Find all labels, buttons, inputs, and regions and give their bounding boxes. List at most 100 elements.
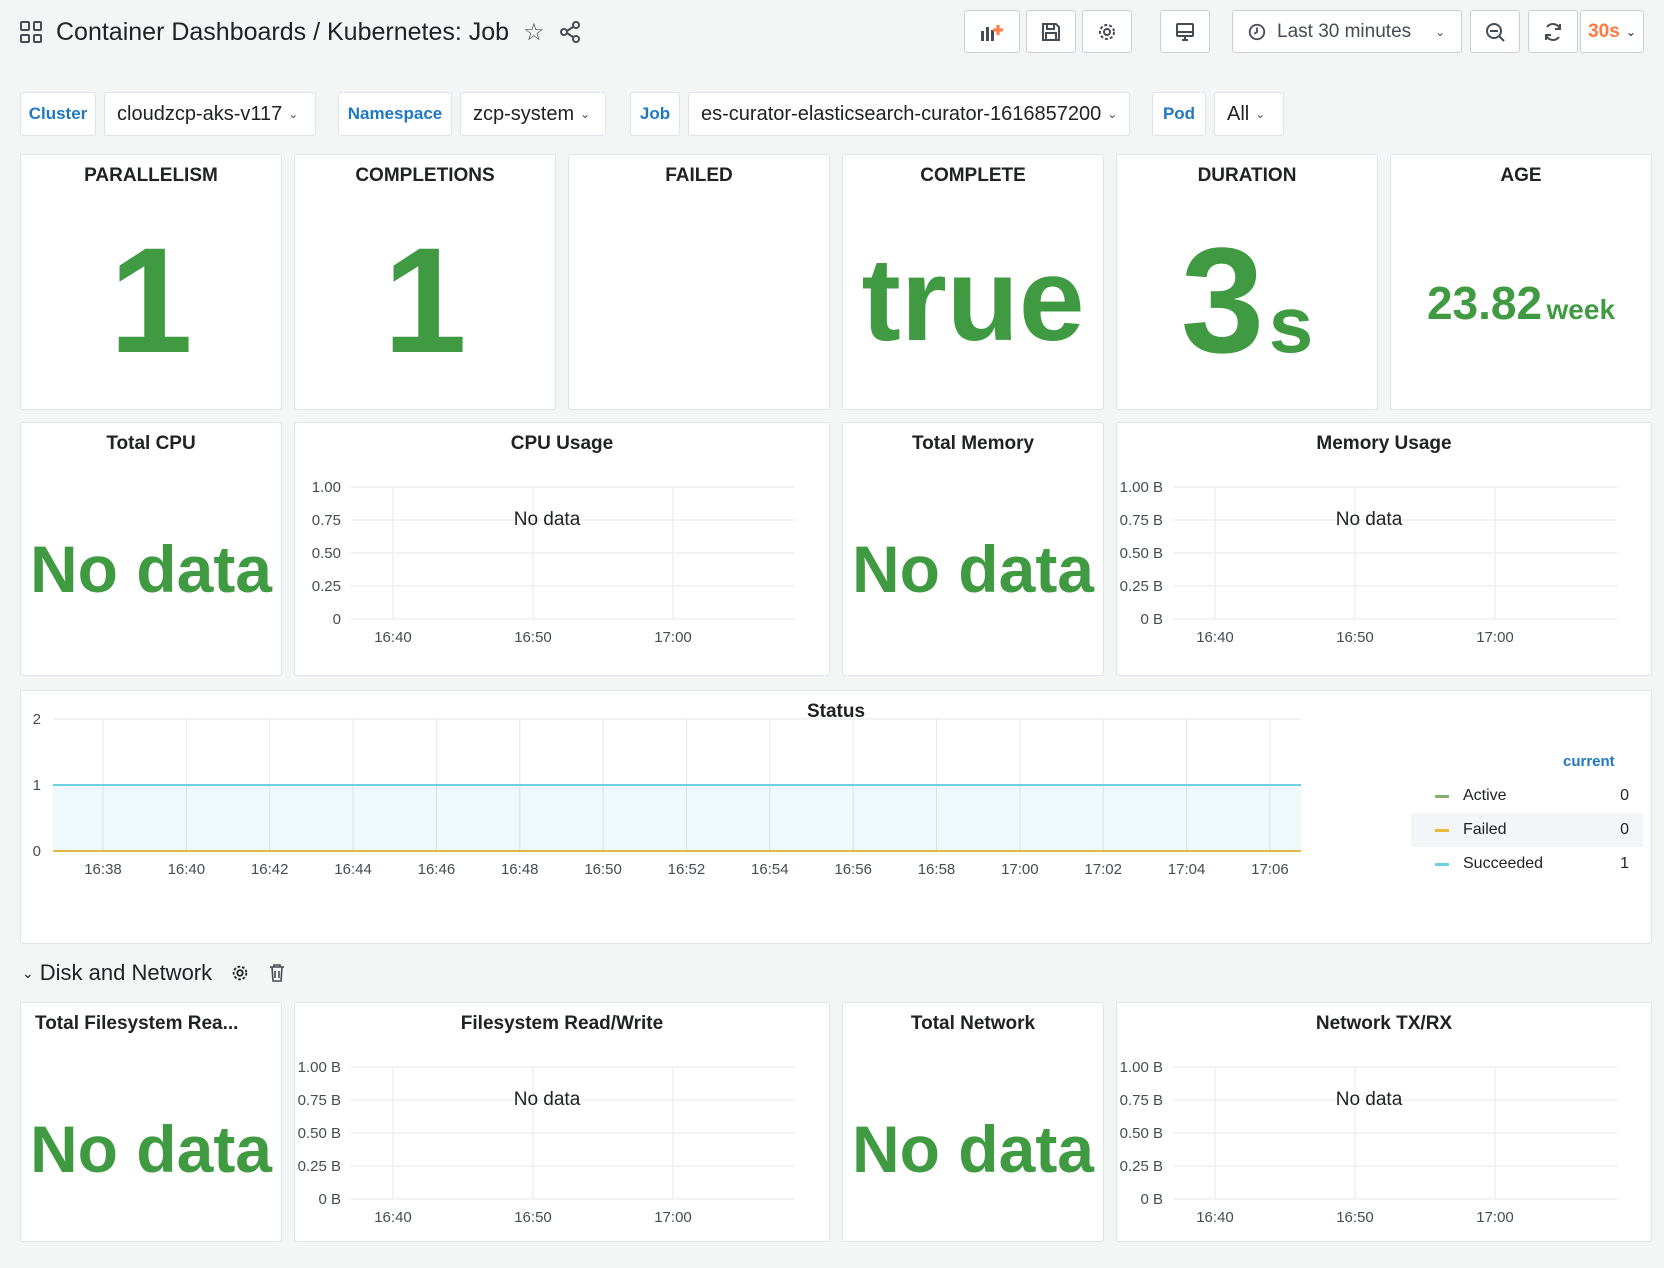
row-disk-and-network[interactable]: ⌄ Disk and Network xyxy=(22,960,286,986)
trash-icon[interactable] xyxy=(268,963,286,983)
stat-unit: week xyxy=(1546,294,1616,325)
chevron-down-icon: ⌄ xyxy=(288,107,299,121)
gear-icon[interactable] xyxy=(230,963,250,983)
stat-value: 1 xyxy=(109,216,193,384)
x-tick-label: 16:50 xyxy=(1336,1209,1374,1226)
y-tick-label: 0.50 B xyxy=(1120,1125,1163,1142)
stat-value-wrap: 23.82 week xyxy=(1391,273,1651,345)
panel-title: AGE xyxy=(1500,165,1542,186)
y-tick-label: 0.75 B xyxy=(1120,1092,1163,1109)
legend-item-succeeded[interactable]: Succeeded 1 xyxy=(1411,847,1643,881)
stat-value-wrap: 3 s xyxy=(1117,215,1377,409)
refresh-icon xyxy=(1545,22,1561,41)
stat-no-data: No data xyxy=(29,1112,273,1186)
x-tick-label: 17:06 xyxy=(1251,861,1289,878)
legend-item-active[interactable]: Active 0 xyxy=(1411,779,1643,813)
chevron-down-icon: ⌄ xyxy=(1255,107,1266,121)
legend-current: 1 xyxy=(1620,855,1629,872)
share-icon[interactable] xyxy=(559,21,581,43)
panel-parallelism[interactable]: PARALLELISM 1 xyxy=(20,154,282,410)
variable-select-pod[interactable]: All ⌄ xyxy=(1214,92,1284,136)
refresh-button[interactable] xyxy=(1528,10,1578,53)
y-tick-label: 0.50 B xyxy=(298,1125,341,1142)
x-tick-label: 16:58 xyxy=(918,861,956,878)
y-tick-label: 0.25 B xyxy=(1120,578,1163,595)
add-panel-button[interactable] xyxy=(964,10,1020,53)
filesystem-rw-graph: 1.00 B 0.75 B 0.50 B 0.25 B 0 B 16:40 16:50 17:… xyxy=(298,1059,795,1226)
cycle-view-mode-button[interactable] xyxy=(1160,10,1210,53)
legend-header[interactable]: current xyxy=(1563,753,1615,770)
chevron-down-icon[interactable]: ⌄ xyxy=(22,965,34,982)
panel-total-memory[interactable]: Total Memory No data xyxy=(842,422,1104,676)
gear-icon xyxy=(1099,23,1115,40)
refresh-interval-picker[interactable]: 30s ⌄ xyxy=(1580,10,1644,53)
chevron-down-icon: ⌄ xyxy=(1435,24,1446,39)
chevron-down-icon: ⌄ xyxy=(1107,107,1118,121)
no-data-label: No data xyxy=(1336,1089,1403,1110)
y-tick-label: 0 B xyxy=(318,1191,341,1208)
no-data-label: No data xyxy=(1336,509,1403,530)
panel-title: COMPLETE xyxy=(920,165,1026,186)
row-title[interactable]: Disk and Network xyxy=(40,960,212,986)
panel-filesystem-rw[interactable]: Filesystem Read/Write 1.00 B 0.75 B 0.50 B… xyxy=(294,1002,830,1242)
zoom-out-button[interactable] xyxy=(1470,10,1520,53)
y-tick-label: 1.00 B xyxy=(298,1059,341,1076)
panel-complete[interactable]: COMPLETE true xyxy=(842,154,1104,410)
y-tick-label: 0.75 B xyxy=(298,1092,341,1109)
x-tick-label: 16:52 xyxy=(668,861,706,878)
save-dashboard-button[interactable] xyxy=(1026,10,1076,53)
variable-select-namespace[interactable]: zcp-system ⌄ xyxy=(460,92,606,136)
panel-age[interactable]: AGE 23.82 week xyxy=(1390,154,1652,410)
legend-swatch xyxy=(1435,862,1449,866)
legend-name: Active xyxy=(1463,787,1507,804)
panel-memory-usage[interactable]: Memory Usage 1.00 B 0.75 B 0.50 B 0.25 B0 B… xyxy=(1116,422,1652,676)
dashboard-settings-button[interactable] xyxy=(1082,10,1132,53)
panel-failed[interactable]: FAILED xyxy=(568,154,830,410)
status-graph: 0 1 2 16:38 16:40 16:42 16:44 16:46 16:48 16:50 16… xyxy=(33,711,1301,878)
panel-status[interactable]: Status 0 1 2 16:38 16:40 16:42 16:44 16:46 16:48… xyxy=(20,690,1652,944)
panel-completions[interactable]: COMPLETIONS 1 xyxy=(294,154,556,410)
time-range-label: Last 30 minutes xyxy=(1277,20,1412,42)
variable-value: es-curator-elasticsearch-curator-1616857… xyxy=(701,102,1102,125)
cpu-usage-graph: 1.00 0.75 0.50 0.25 0 16:40 16:50 17:00 No data xyxy=(312,479,795,646)
chevron-down-icon: ⌄ xyxy=(1625,24,1636,39)
panel-network-txrx[interactable]: Network TX/RX 1.00 B 0.75 B 0.50 B 0.25 B0 … xyxy=(1116,1002,1652,1242)
panel-title: Total Filesystem Rea... xyxy=(35,1013,239,1034)
variable-select-job[interactable]: es-curator-elasticsearch-curator-1616857… xyxy=(688,92,1130,136)
chevron-down-icon: ⌄ xyxy=(580,107,591,121)
y-tick-label: 1 xyxy=(33,777,41,794)
variable-label-pod: Pod xyxy=(1152,92,1206,136)
panel-total-filesystem[interactable]: Total Filesystem Rea... No data xyxy=(20,1002,282,1242)
legend-item-failed[interactable]: Failed 0 xyxy=(1411,813,1643,847)
time-range-picker[interactable]: Last 30 minutes ⌄ xyxy=(1232,10,1462,53)
stat-value: 23.82 xyxy=(1426,277,1543,329)
y-tick-label: 0.75 B xyxy=(1120,512,1163,529)
panel-duration[interactable]: DURATION 3 s xyxy=(1116,154,1378,410)
refresh-interval-label: 30s xyxy=(1588,20,1620,42)
x-tick-label: 16:44 xyxy=(334,861,372,878)
panel-title: Total Memory xyxy=(911,433,1035,454)
x-tick-label: 16:40 xyxy=(1196,629,1234,646)
add-panel-icon xyxy=(981,24,1003,41)
legend-current: 0 xyxy=(1620,821,1629,838)
stat-no-data: No data xyxy=(29,532,273,606)
panel-cpu-usage[interactable]: CPU Usage 1.00 0.75 0.50 0.25 0 16:40 16:50 17:… xyxy=(294,422,830,676)
stat-unit: s xyxy=(1268,280,1314,369)
x-tick-label: 16:50 xyxy=(514,629,552,646)
x-tick-label: 17:00 xyxy=(1476,1209,1514,1226)
x-tick-label: 16:40 xyxy=(374,1209,412,1226)
legend-swatch xyxy=(1435,828,1449,832)
dashboard-header: Container Dashboards / Kubernetes: Job ☆ xyxy=(20,14,581,50)
zoom-out-icon xyxy=(1486,22,1505,42)
y-tick-label: 0.25 B xyxy=(298,1158,341,1175)
breadcrumb[interactable]: Container Dashboards / Kubernetes: Job xyxy=(56,18,509,47)
star-icon[interactable]: ☆ xyxy=(523,18,545,47)
variable-select-cluster[interactable]: cloudzcp-aks-v117 ⌄ xyxy=(104,92,316,136)
no-data-label: No data xyxy=(514,1089,581,1110)
stat-no-data: No data xyxy=(851,532,1095,606)
dashboard-grid-icon[interactable] xyxy=(20,21,42,43)
panel-title: PARALLELISM xyxy=(84,165,218,186)
panel-total-network[interactable]: Total Network No data xyxy=(842,1002,1104,1242)
panel-total-cpu[interactable]: Total CPU No data xyxy=(20,422,282,676)
x-tick-label: 16:46 xyxy=(418,861,456,878)
